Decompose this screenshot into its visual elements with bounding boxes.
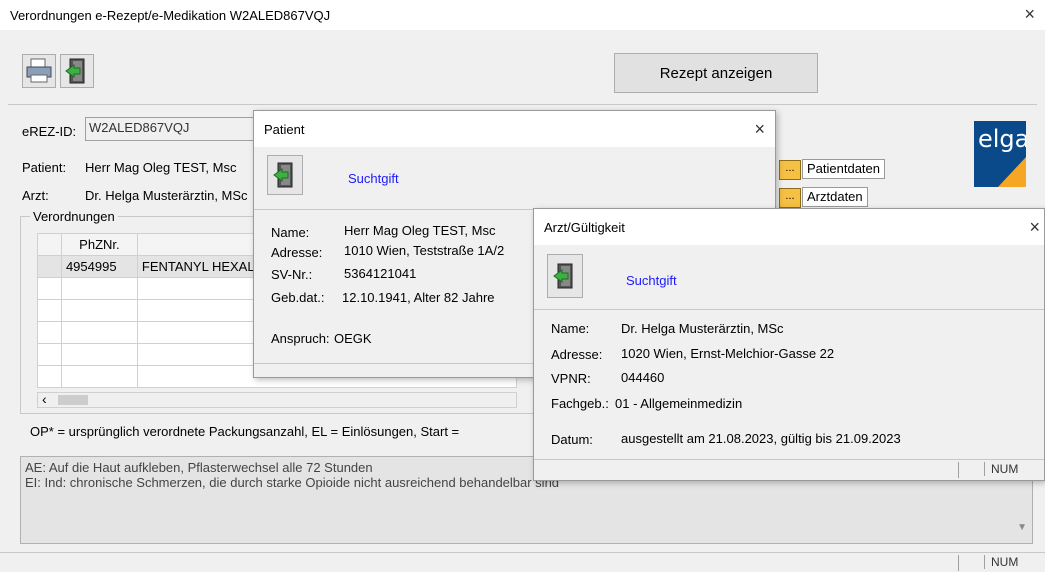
arzt-fachgeb-label: Fachgeb.:: [551, 396, 609, 411]
column-header-phznr[interactable]: PhZNr.: [60, 233, 138, 256]
arzt-name-label: Name:: [551, 321, 590, 336]
arzt-value: Dr. Helga Musterärztin, MSc: [85, 188, 248, 203]
exit-door-icon: [273, 162, 293, 188]
arzt-vpnr-label: VPNR:: [551, 371, 591, 386]
window-title: Verordnungen e-Rezept/e-Medikation W2ALE…: [10, 7, 331, 23]
horizontal-scrollbar[interactable]: ‹: [37, 391, 517, 408]
patient-gebdat-value: 12.10.1941, Alter 82 Jahre: [342, 290, 495, 305]
patient-value: Herr Mag Oleg TEST, Msc: [85, 160, 237, 175]
elga-logo: elga: [974, 121, 1026, 187]
patient-suchtgift: Suchtgift: [348, 171, 399, 186]
patient-svnr-value: 5364121041: [344, 266, 417, 281]
arzt-fachgeb-value: 01 - Allgemeinmedizin: [615, 396, 743, 411]
verordnungen-group-label: Verordnungen: [30, 209, 118, 224]
close-icon[interactable]: ×: [1029, 217, 1040, 237]
arzt-dialog-divider: [534, 309, 1044, 310]
arztdaten-button[interactable]: Arztdaten: [802, 187, 868, 207]
arzt-dots-button[interactable]: ...: [779, 188, 801, 208]
status-cell-empty: [958, 462, 965, 478]
arzt-datum-label: Datum:: [551, 432, 593, 447]
table-cell-phznr: 4954995: [60, 255, 138, 278]
legend-text: OP* = ursprünglich verordnete Packungsan…: [30, 424, 460, 439]
arzt-vpnr-value: 044460: [621, 370, 665, 385]
main-statusbar: NUM: [0, 552, 1045, 572]
arzt-label: Arzt:: [22, 188, 49, 203]
patient-anspruch-value: OEGK: [334, 331, 372, 346]
patient-name-label: Name:: [271, 225, 310, 240]
rezept-anzeigen-button[interactable]: Rezept anzeigen: [614, 53, 818, 93]
rezept-anzeigen-label: Rezept anzeigen: [659, 64, 773, 82]
scroll-thumb[interactable]: [58, 395, 88, 405]
arzt-suchtgift: Suchtgift: [626, 273, 677, 288]
patient-gebdat-label: Geb.dat.:: [271, 290, 325, 305]
patient-dialog-titlebar: Patient ×: [254, 111, 775, 147]
status-num: NUM: [984, 555, 1018, 569]
patient-adresse-label: Adresse:: [271, 245, 323, 260]
patient-adresse-value: 1010 Wien, Teststraße 1A/2: [344, 243, 505, 258]
scroll-down-icon[interactable]: ▼: [1017, 520, 1027, 535]
arzt-dialog-titlebar: Arzt/Gültigkeit ×: [534, 209, 1044, 245]
arzt-adresse-label: Adresse:: [551, 347, 603, 362]
print-button[interactable]: [22, 54, 56, 88]
row-header-cell: [37, 233, 62, 256]
arzt-dialog: Arzt/Gültigkeit × Suchtgift Name: Dr. He…: [533, 208, 1045, 481]
main-titlebar: Verordnungen e-Rezept/e-Medikation W2ALE…: [0, 0, 1045, 30]
patient-exit-button[interactable]: [267, 155, 303, 195]
patient-svnr-label: SV-Nr.:: [271, 267, 313, 282]
erez-field[interactable]: W2ALED867VQJ: [85, 117, 255, 141]
patient-dialog-title: Patient: [264, 121, 305, 137]
scroll-left-icon[interactable]: ‹: [42, 391, 47, 407]
patient-dots-button[interactable]: ...: [779, 160, 801, 180]
patientdaten-button[interactable]: Patientdaten: [802, 159, 886, 179]
arzt-datum-value: ausgestellt am 21.08.2023, gültig bis 21…: [621, 431, 901, 446]
patient-name-value: Herr Mag Oleg TEST, Msc: [344, 223, 496, 238]
status-cell-empty: [958, 555, 965, 571]
status-num: NUM: [984, 462, 1018, 476]
toolbar-divider: [8, 104, 1037, 105]
exit-button[interactable]: [60, 54, 94, 88]
exit-door-icon: [553, 263, 573, 289]
arzt-dialog-title: Arzt/Gültigkeit: [544, 219, 625, 235]
arzt-statusbar: NUM: [534, 459, 1044, 479]
arzt-adresse-value: 1020 Wien, Ernst-Melchior-Gasse 22: [621, 346, 835, 361]
close-icon[interactable]: ×: [1024, 4, 1035, 24]
exit-door-icon: [65, 58, 85, 84]
patient-anspruch-label: Anspruch:: [271, 331, 330, 346]
elga-logo-text: elga: [978, 125, 1026, 153]
arzt-name-value: Dr. Helga Musterärztin, MSc: [621, 321, 784, 336]
elga-triangle-icon: [998, 157, 1026, 187]
erez-label: eREZ-ID:: [22, 124, 77, 139]
row-header-cell: [37, 255, 62, 278]
arzt-exit-button[interactable]: [547, 254, 583, 298]
patient-label: Patient:: [22, 160, 67, 175]
printer-icon: [26, 58, 52, 83]
close-icon[interactable]: ×: [754, 119, 765, 139]
